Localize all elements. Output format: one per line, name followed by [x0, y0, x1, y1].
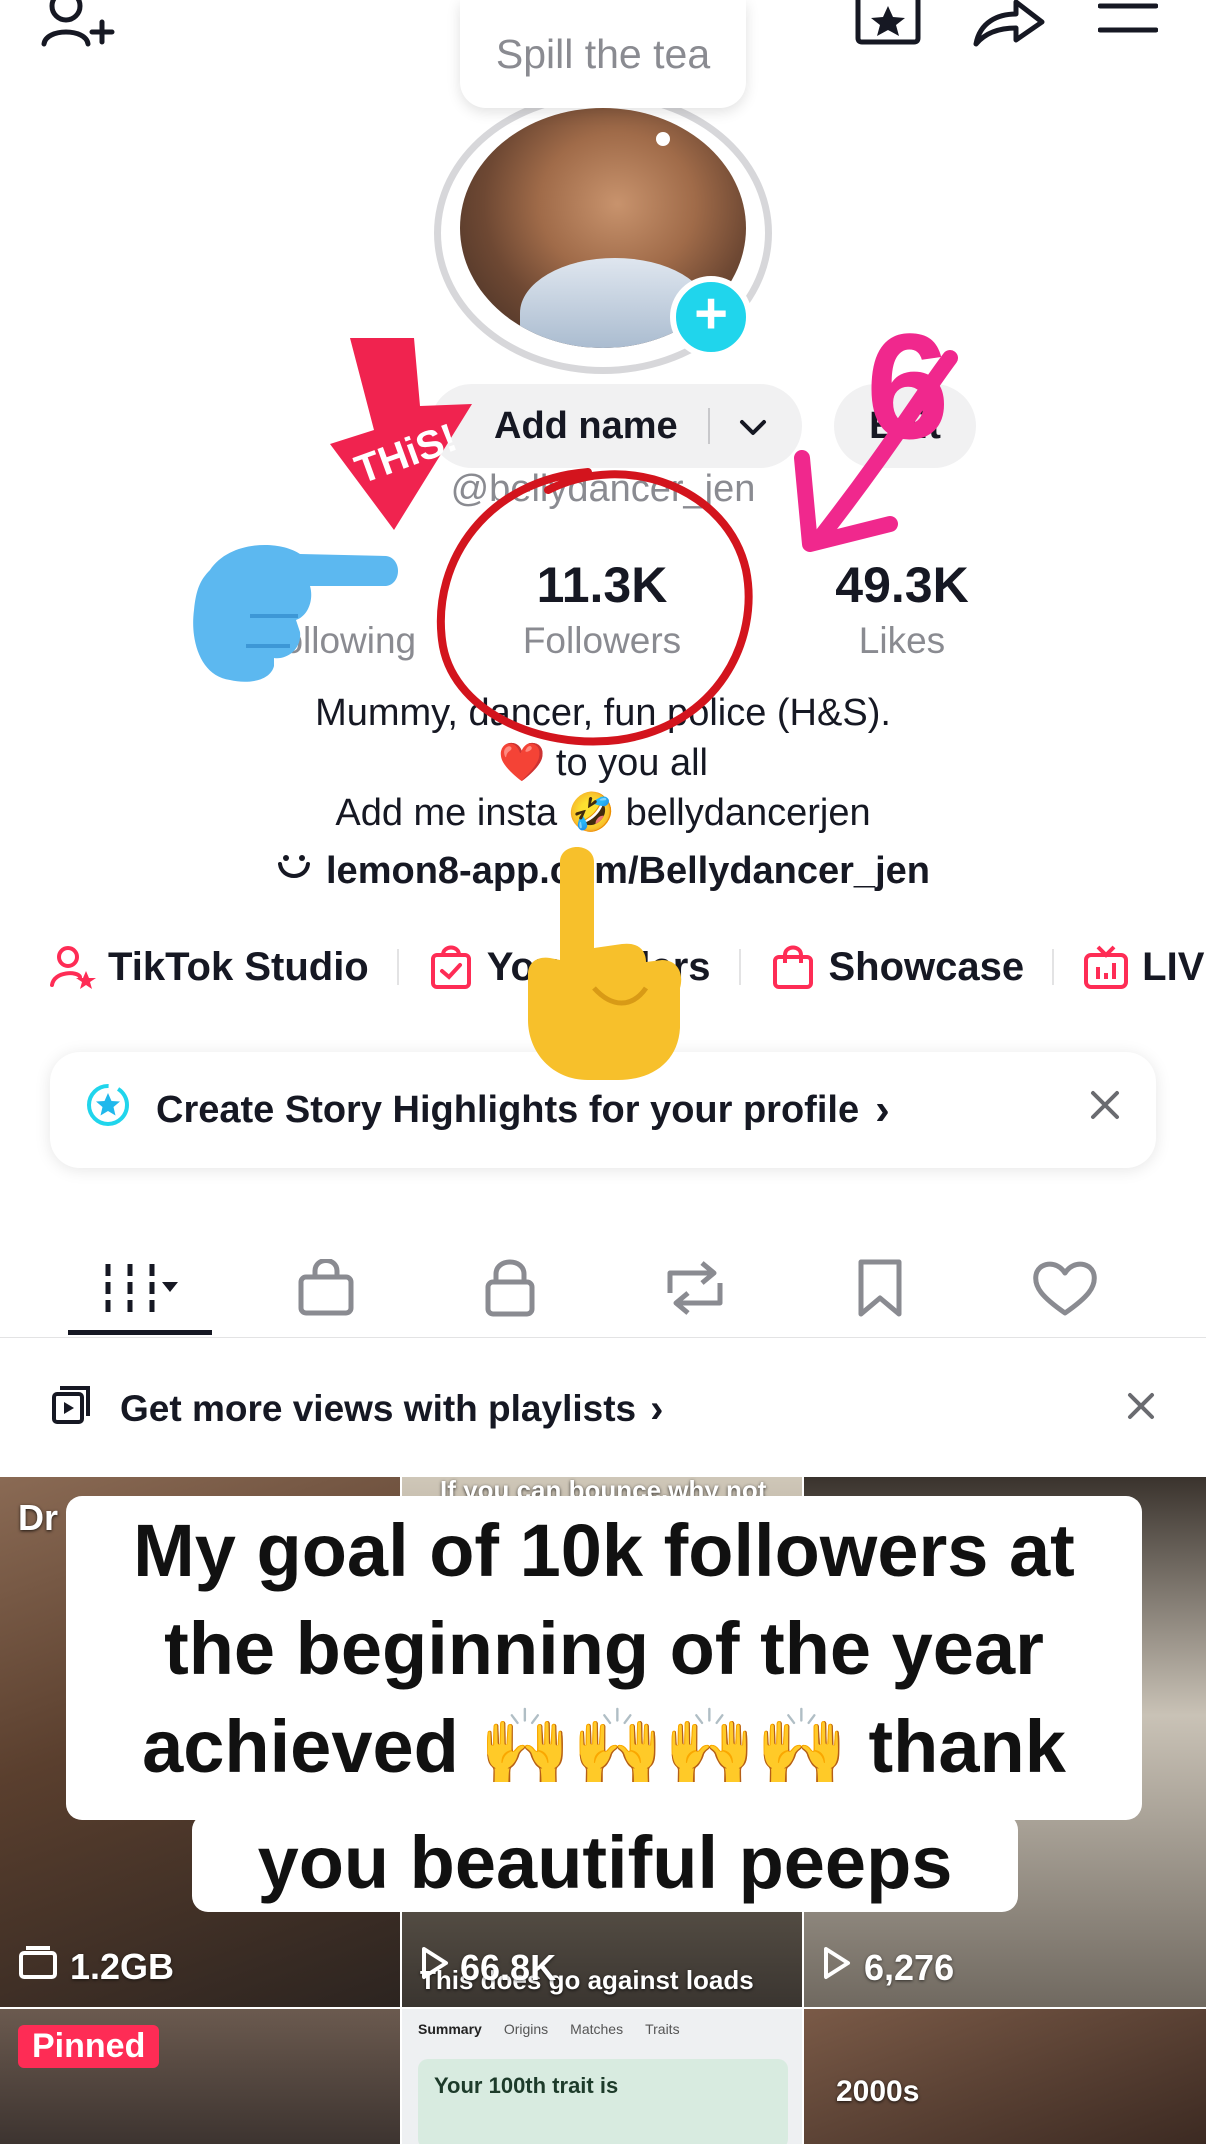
- following-count: [208, 556, 468, 614]
- share-icon[interactable]: [970, 0, 1046, 48]
- shopping-bag-icon: [769, 943, 817, 991]
- bio-link[interactable]: lemon8-app.com/Bellydancer_jen: [0, 846, 1206, 898]
- add-name-button[interactable]: Add name: [430, 384, 802, 468]
- bubble-text: Spill the tea: [495, 30, 711, 77]
- menu-icon[interactable]: [1097, 0, 1159, 40]
- pinned-badge: Pinned: [18, 2025, 160, 2068]
- status-bubble[interactable]: Spill the tea: [460, 0, 746, 108]
- close-icon[interactable]: [1126, 1388, 1156, 1430]
- story-highlights-text: Create Story Highlights for your profile: [156, 1088, 860, 1131]
- thumbnail-tab-row: Summary Origins Matches Traits: [418, 2021, 680, 2037]
- creator-tools-row: TikTok Studio Your orders Showcase LIVE: [48, 935, 1206, 999]
- tool-label: Your orders: [486, 944, 711, 989]
- tab-liked[interactable]: [1005, 1240, 1125, 1340]
- tab-saved[interactable]: [820, 1240, 940, 1340]
- add-story-plus-icon[interactable]: +: [670, 276, 752, 358]
- grid-dropdown-icon: [92, 1260, 188, 1321]
- tool-separator: [738, 949, 741, 985]
- bubble-pointer: [656, 132, 670, 146]
- thumbnail-tab: Traits: [645, 2021, 680, 2037]
- repost-icon: [662, 1259, 728, 1322]
- thumbnail-card-text: Your 100th trait is: [434, 2073, 619, 2098]
- playlist-promo-bar[interactable]: Get more views with playlists ›: [0, 1370, 1206, 1448]
- chevron-right-icon: ›: [650, 1386, 664, 1431]
- overlay-caption-box: My goal of 10k followers at the beginnin…: [66, 1496, 1142, 1820]
- add-friend-icon[interactable]: [38, 0, 124, 50]
- tool-tiktok-studio[interactable]: TikTok Studio: [48, 943, 369, 991]
- shopping-bag-icon: [297, 1257, 355, 1322]
- clipboard-bag-icon: [427, 943, 475, 991]
- thumbnail-caption: 2000s: [836, 2075, 920, 2108]
- tool-separator: [396, 949, 399, 985]
- tool-label: LIVE: [1142, 944, 1206, 989]
- tool-showcase[interactable]: Showcase: [769, 943, 1025, 991]
- bio-line-1: Mummy, dancer, fun police (H&S).: [315, 692, 891, 734]
- person-star-icon: [48, 943, 96, 991]
- tool-label: TikTok Studio: [108, 944, 369, 989]
- lock-icon: [484, 1258, 536, 1323]
- bio-line-2: ❤️ to you all: [498, 742, 708, 784]
- edit-profile-button[interactable]: Edit: [834, 384, 976, 468]
- tool-separator: [1052, 949, 1055, 985]
- favorites-icon[interactable]: [852, 0, 924, 46]
- thumbnail-tab: Origins: [503, 2021, 549, 2037]
- thumbnail-card: Your 100th trait is: [418, 2059, 788, 2144]
- bio-link-text: lemon8-app.com/Bellydancer_jen: [326, 850, 930, 892]
- tool-label: Showcase: [828, 944, 1025, 989]
- close-icon[interactable]: [1088, 1088, 1122, 1132]
- live-tv-icon: [1082, 943, 1130, 991]
- likes-label: Likes: [858, 620, 946, 661]
- heart-icon: [1032, 1259, 1098, 1322]
- overlay-caption-box: you beautiful peeps: [192, 1814, 1018, 1912]
- folder-icon: [18, 1945, 58, 1988]
- username-handle: @bellydancer_jen: [450, 468, 756, 510]
- star-badge-icon: [84, 1081, 132, 1139]
- tool-live[interactable]: LIVE: [1082, 943, 1206, 991]
- tool-your-orders[interactable]: Your orders: [427, 943, 711, 991]
- profile-tabs: [0, 1240, 1206, 1340]
- link-icon: [276, 847, 312, 898]
- tab-private[interactable]: [450, 1240, 570, 1340]
- likes-stat[interactable]: 49.3K Likes: [772, 556, 1032, 662]
- play-icon: [420, 1945, 450, 1990]
- view-count-value: 66.8K: [460, 1946, 557, 1988]
- bookmark-icon: [855, 1258, 905, 1323]
- edit-profile-label: Edit: [869, 404, 941, 447]
- thumbnail-text: Dr: [18, 1497, 59, 1538]
- thumbnail-tab: Summary: [418, 2021, 482, 2037]
- chevron-down-icon[interactable]: [738, 405, 768, 448]
- overlay-line-1: My goal of 10k followers at: [133, 1509, 1075, 1592]
- video-thumbnail[interactable]: Summary Origins Matches Traits Your 100t…: [402, 2009, 802, 2144]
- video-thumbnail[interactable]: 2000s: [804, 2009, 1206, 2144]
- playlist-promo-text: Get more views with playlists: [120, 1388, 637, 1429]
- view-count: 6,276: [822, 1945, 954, 1990]
- followers-stat[interactable]: 11.3K Followers: [472, 556, 732, 662]
- view-count-value: 6,276: [864, 1946, 955, 1988]
- followers-count: 11.3K: [536, 557, 668, 613]
- tabs-divider: [0, 1337, 1206, 1338]
- add-name-label: Add name: [494, 404, 678, 447]
- play-icon: [822, 1945, 852, 1990]
- overlay-line-3: achieved 🙌🙌🙌🙌 thank: [142, 1705, 1066, 1788]
- tab-reposts[interactable]: [635, 1240, 755, 1340]
- bio-line-3: Add me insta 🤣 bellydancerjen: [335, 792, 871, 834]
- overlay-line-4: you beautiful peeps: [257, 1821, 953, 1904]
- playlist-icon: [50, 1384, 92, 1435]
- chevron-right-icon: ›: [875, 1085, 890, 1134]
- overlay-line-2: the beginning of the year: [164, 1607, 1044, 1690]
- storage-value: 1.2GB: [70, 1945, 175, 1987]
- tab-videos[interactable]: [80, 1240, 200, 1340]
- tab-shop[interactable]: [266, 1240, 386, 1340]
- storage-stat: 1.2GB: [18, 1945, 174, 1988]
- story-highlights-card[interactable]: Create Story Highlights for your profile…: [50, 1052, 1156, 1168]
- pill-divider: [707, 408, 710, 444]
- active-tab-indicator: [68, 1330, 212, 1335]
- following-label: Following: [259, 620, 417, 661]
- view-count: 66.8K: [420, 1945, 556, 1990]
- likes-count: 49.3K: [835, 557, 969, 613]
- followers-label: Followers: [522, 620, 682, 661]
- thumbnail-tab: Matches: [570, 2021, 624, 2037]
- following-stat[interactable]: Following: [208, 556, 468, 662]
